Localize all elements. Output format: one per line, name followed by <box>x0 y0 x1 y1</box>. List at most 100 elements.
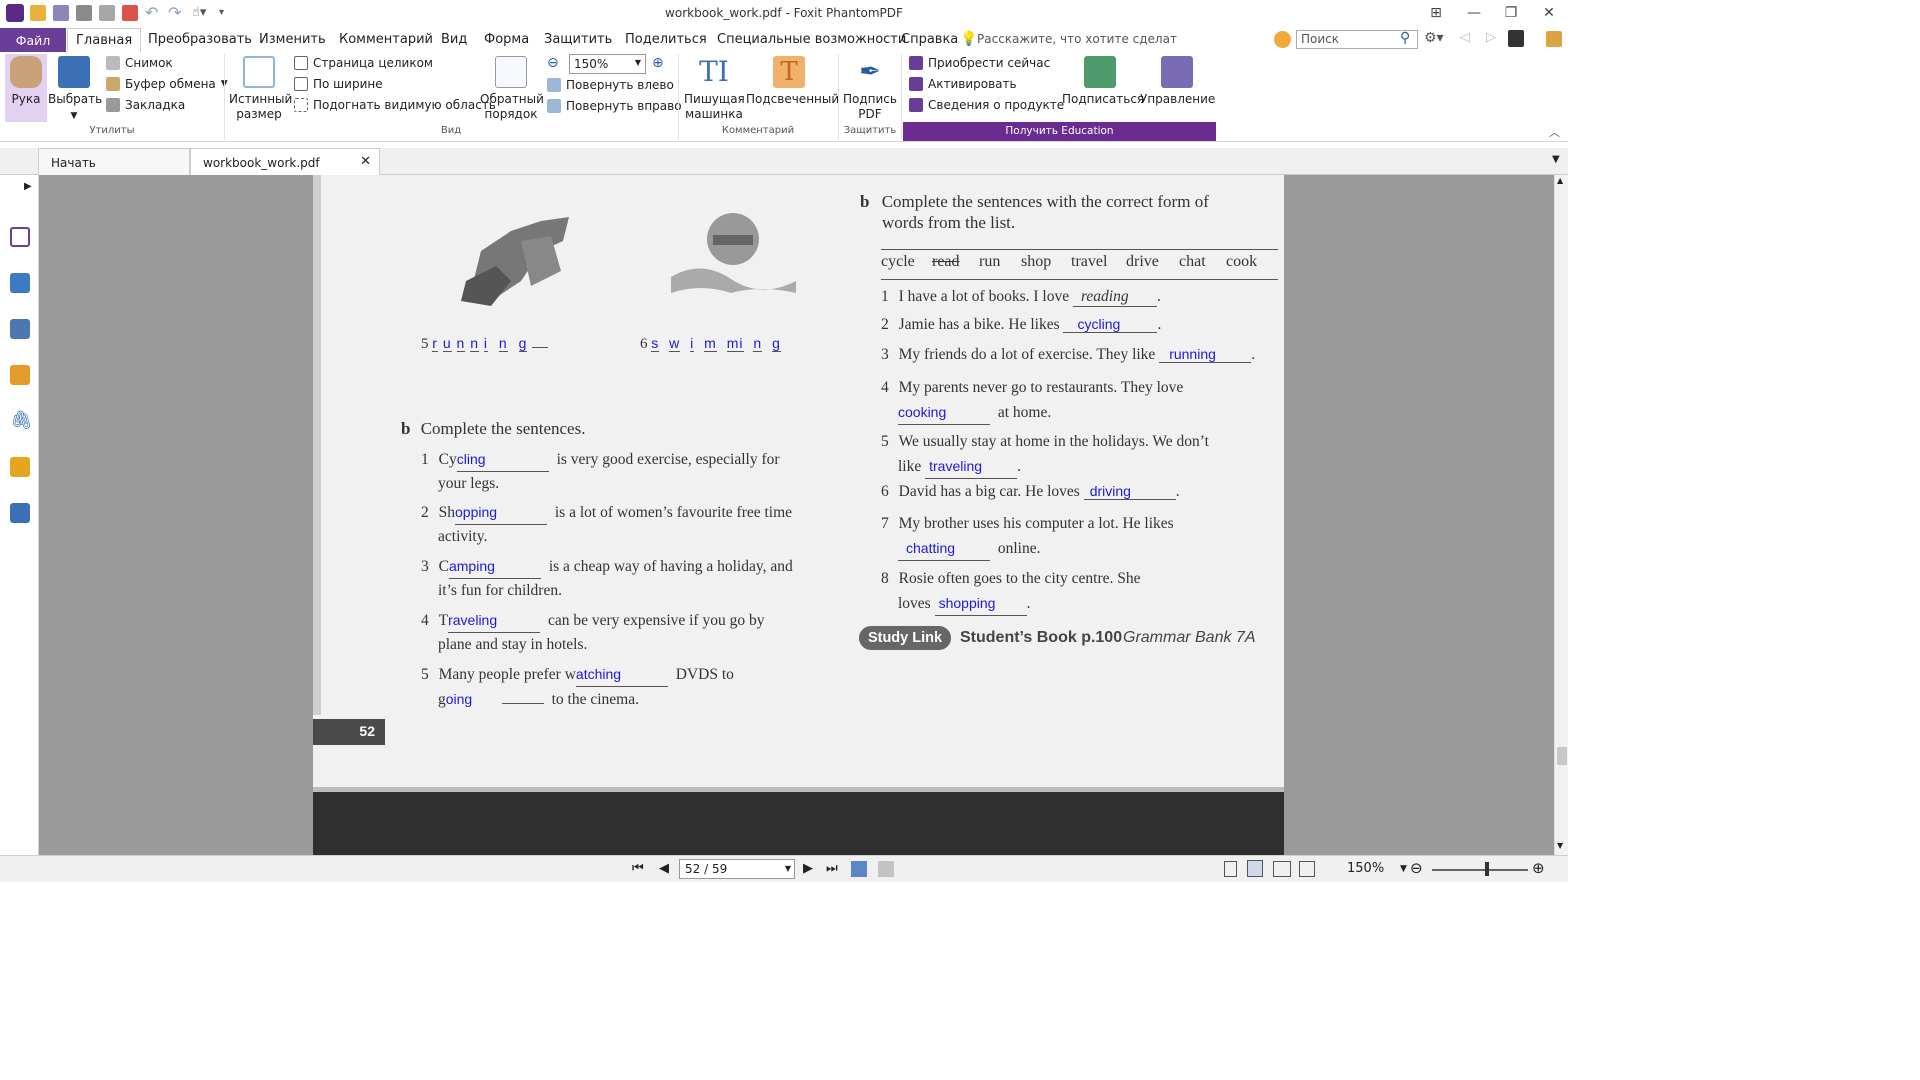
get-education-bar[interactable]: Получить Education <box>903 122 1216 141</box>
left-sentence-2: 2 Shopping is a lot of women’s favourite… <box>421 501 841 548</box>
hand-button[interactable]: Рука <box>8 56 44 107</box>
single-page-view-icon[interactable] <box>1224 861 1237 877</box>
expand-panel-icon[interactable]: ▶ <box>24 181 32 192</box>
page-edge-shadow <box>313 175 321 715</box>
answer-swimming: s w i m mi n g <box>651 335 781 352</box>
folder-icon[interactable] <box>1546 31 1562 47</box>
zoom-level[interactable]: 150% <box>1347 861 1384 876</box>
layout-icon[interactable]: ⊞ <box>1418 2 1454 24</box>
pdf-page: 5 r u n n i n g 6 s w i m mi n g b Compl… <box>313 175 1284 855</box>
close-tab-icon[interactable]: ✕ <box>360 154 371 169</box>
tab-accessibility[interactable]: Специальные возможности <box>717 32 906 47</box>
right-item-2: 2 Jamie has a bike. He likes cycling. <box>881 316 1162 333</box>
zoom-out-icon[interactable]: ⊖ <box>547 55 559 71</box>
page-number-input[interactable]: 52 / 59 ▼ <box>679 859 795 879</box>
tab-share[interactable]: Поделиться <box>625 32 707 47</box>
fit-visible-button[interactable]: Подогнать видимую область <box>294 98 496 112</box>
comments-icon[interactable] <box>10 365 30 385</box>
highlight-button[interactable]: T Подсвеченный <box>746 56 839 107</box>
clipboard-icon <box>106 77 120 91</box>
settings-icon[interactable]: ⚙▾ <box>1424 30 1444 46</box>
tab-document[interactable]: workbook_work.pdf ✕ <box>190 148 380 175</box>
vertical-scrollbar[interactable]: ▲ ▼ <box>1554 175 1568 855</box>
tell-me-input[interactable]: Расскажите, что хотите сделат <box>977 32 1177 46</box>
zoom-slider-handle[interactable] <box>1485 862 1489 876</box>
previous-page-icon[interactable]: ◀ <box>659 861 669 876</box>
document-view[interactable]: 5 r u n n i n g 6 s w i m mi n g b Compl… <box>39 175 1554 855</box>
search-icon[interactable]: ⚲ <box>1400 30 1410 46</box>
file-menu[interactable]: Файл <box>0 28 66 52</box>
forward-icon[interactable]: ▷ <box>1486 30 1496 45</box>
sign-pdf-button[interactable]: ✒ Подпись PDF <box>842 56 898 122</box>
close-button[interactable]: ✕ <box>1531 2 1567 24</box>
continuous-view-icon[interactable] <box>1247 860 1263 877</box>
buy-now-button[interactable]: Приобрести сейчас <box>909 56 1050 70</box>
scroll-down-icon[interactable]: ▼ <box>1557 841 1563 850</box>
activate-button[interactable]: Активировать <box>909 77 1017 91</box>
zoom-dropdown-icon[interactable]: ▼ <box>1400 864 1407 874</box>
tab-protect[interactable]: Защитить <box>544 32 612 47</box>
zoom-in-icon[interactable]: ⊕ <box>1532 859 1545 877</box>
reverse-order-button[interactable]: Обратный порядок <box>480 56 544 122</box>
right-item-7: 7 My brother uses his computer a lot. He… <box>881 512 1284 561</box>
right-item-5: 5 We usually stay at home in the holiday… <box>881 430 1284 479</box>
page-icon[interactable] <box>10 227 30 247</box>
rotate-left-button[interactable]: Повернуть влево <box>547 78 674 92</box>
tabs-dropdown-icon[interactable]: ▼ <box>1552 154 1560 165</box>
next-page-icon[interactable]: ▶ <box>803 861 813 876</box>
scroll-thumb[interactable] <box>1557 747 1567 765</box>
menu-bar: Файл Главная Преобразовать Изменить Комм… <box>0 28 1568 53</box>
extract-page-icon[interactable] <box>878 861 894 877</box>
tab-help[interactable]: Справка <box>901 32 958 47</box>
back-icon[interactable]: ◁ <box>1460 30 1470 45</box>
study-link-badge: Study Link <box>859 626 951 650</box>
export-page-icon[interactable] <box>851 861 867 877</box>
right-section-heading: b Complete the sentences with the correc… <box>860 192 1209 232</box>
fit-page-button[interactable]: Страница целиком <box>294 56 433 70</box>
right-item-3: 3 My friends do a lot of exercise. They … <box>881 346 1256 363</box>
layers-icon[interactable] <box>10 319 30 339</box>
actual-size-button[interactable]: Истинный размер <box>229 56 292 122</box>
tab-home[interactable]: Главная <box>67 28 142 53</box>
manage-user-icon <box>1161 56 1193 88</box>
tab-view[interactable]: Вид <box>441 32 467 47</box>
pages-icon[interactable] <box>10 273 30 293</box>
zoom-out-icon[interactable]: ⊖ <box>1410 859 1423 877</box>
scroll-up-icon[interactable]: ▲ <box>1557 176 1563 185</box>
collapse-ribbon-icon[interactable]: ︿ <box>1549 124 1560 140</box>
attachment-icon[interactable]: 🖇 <box>10 411 33 431</box>
like-icon[interactable] <box>1274 31 1291 48</box>
first-page-icon[interactable]: ⏮ <box>632 861 644 876</box>
hand-icon <box>10 56 42 88</box>
left-sentence-4: 4 Traveling can be very expensive if you… <box>421 609 841 656</box>
select-button[interactable]: Выбрать ▼ <box>48 56 102 124</box>
view-group-label: Вид <box>440 125 462 136</box>
tab-convert[interactable]: Преобразовать <box>148 32 252 47</box>
zoom-select[interactable]: 150% ▼ <box>569 54 646 74</box>
rotate-right-button[interactable]: Повернуть вправо <box>547 99 682 113</box>
clipboard-button[interactable]: Буфер обмена▼ <box>106 77 228 91</box>
last-page-icon[interactable]: ⏭ <box>826 861 838 876</box>
tab-start[interactable]: Начать <box>38 148 190 175</box>
signature-icon[interactable] <box>10 503 30 523</box>
manage-button[interactable]: Управление <box>1140 56 1215 107</box>
restore-button[interactable]: ❐ <box>1493 2 1529 24</box>
lock-icon[interactable] <box>10 457 30 477</box>
zoom-in-icon[interactable]: ⊕ <box>652 55 664 71</box>
product-info-button[interactable]: Сведения о продукте <box>909 98 1064 112</box>
zoom-slider-track[interactable] <box>1432 869 1528 871</box>
tab-edit[interactable]: Изменить <box>259 32 326 47</box>
continuous-facing-view-icon[interactable] <box>1299 861 1315 877</box>
tab-form[interactable]: Форма <box>484 32 529 47</box>
facing-view-icon[interactable] <box>1273 861 1291 877</box>
user-icon[interactable] <box>1508 30 1524 47</box>
subscribe-button[interactable]: Подписаться <box>1062 56 1144 107</box>
snapshot-button[interactable]: Снимок <box>106 56 173 70</box>
minimize-button[interactable]: — <box>1456 2 1492 24</box>
fit-width-button[interactable]: По ширине <box>294 77 383 91</box>
bookmark-button[interactable]: Закладка <box>106 98 185 112</box>
rotate-right-icon <box>547 99 561 113</box>
tab-comment[interactable]: Комментарий <box>339 32 433 47</box>
camera-icon <box>106 56 120 70</box>
typewriter-button[interactable]: TI Пишущая машинка <box>684 56 745 122</box>
